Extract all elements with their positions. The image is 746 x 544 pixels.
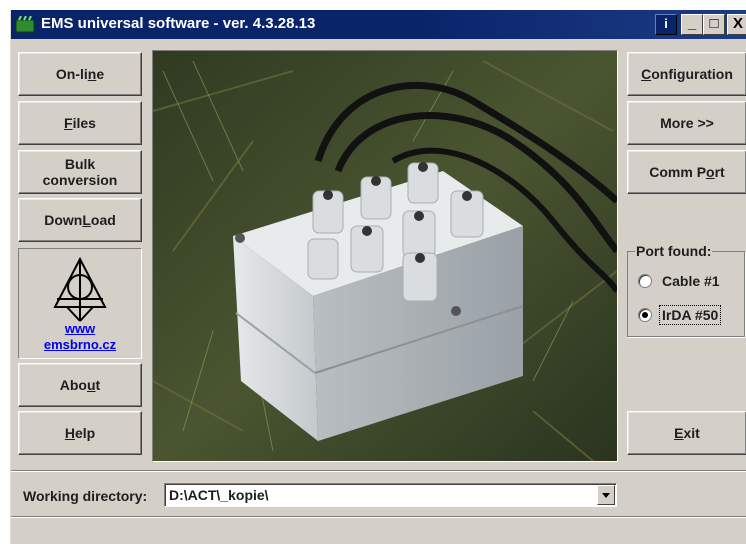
logo-panel: www emsbrno.cz bbox=[18, 248, 142, 359]
title-bar[interactable]: EMS universal software - ver. 4.3.28.13 … bbox=[11, 10, 746, 39]
download-button[interactable]: DownLoad bbox=[18, 198, 142, 242]
radio-irda-50-label: IrDA #50 bbox=[658, 305, 722, 325]
exit-label: Exit bbox=[674, 425, 700, 441]
files-button[interactable]: Files bbox=[18, 101, 142, 145]
exit-button[interactable]: Exit bbox=[627, 411, 746, 455]
bulk-label-line2: conversion bbox=[42, 172, 118, 188]
app-window: EMS universal software - ver. 4.3.28.13 … bbox=[10, 10, 746, 544]
radio-button[interactable] bbox=[638, 274, 652, 288]
maximize-button[interactable]: □ bbox=[703, 14, 725, 35]
datalogger-box-image bbox=[153, 51, 617, 461]
configuration-label: Configuration bbox=[641, 66, 733, 82]
website-link-line1[interactable]: www bbox=[19, 321, 141, 336]
online-label: On-line bbox=[55, 66, 105, 82]
radio-cable-1-label: Cable #1 bbox=[662, 273, 720, 289]
comm-port-label: Comm Port bbox=[649, 164, 725, 180]
files-label: Files bbox=[64, 115, 96, 131]
window-title: EMS universal software - ver. 4.3.28.13 bbox=[41, 15, 316, 32]
status-bar bbox=[11, 516, 746, 544]
more-button[interactable]: More >> bbox=[627, 101, 746, 145]
ems-tree-logo-icon bbox=[53, 256, 107, 322]
working-directory-combobox[interactable]: D:\ACT\_kopie\ bbox=[164, 483, 617, 507]
about-button[interactable]: About bbox=[18, 363, 142, 407]
divider bbox=[11, 470, 746, 472]
working-directory-label: Working directory: bbox=[23, 488, 148, 504]
port-found-group: Port found: Cable #1 IrDA #50 bbox=[627, 243, 745, 337]
bulk-conversion-button[interactable]: Bulk conversion bbox=[18, 150, 142, 194]
comm-port-button[interactable]: Comm Port bbox=[627, 150, 746, 194]
radio-button-selected[interactable] bbox=[638, 308, 652, 322]
port-found-title: Port found: bbox=[635, 243, 713, 259]
online-button[interactable]: On-line bbox=[18, 52, 142, 96]
working-directory-value: D:\ACT\_kopie\ bbox=[169, 487, 269, 503]
dropdown-arrow-icon[interactable] bbox=[597, 485, 615, 505]
configuration-button[interactable]: Configuration bbox=[627, 52, 746, 96]
minimize-button[interactable]: _ bbox=[681, 14, 703, 35]
website-link-line2[interactable]: emsbrno.cz bbox=[19, 337, 141, 352]
close-button[interactable]: X bbox=[727, 14, 746, 35]
help-button[interactable]: Help bbox=[18, 411, 142, 455]
about-label: About bbox=[59, 377, 101, 393]
radio-cable-1[interactable]: Cable #1 bbox=[638, 272, 722, 290]
help-label: Help bbox=[64, 425, 96, 441]
info-icon[interactable]: i bbox=[655, 14, 677, 35]
radio-irda-50[interactable]: IrDA #50 bbox=[638, 305, 722, 325]
device-photo bbox=[152, 50, 618, 462]
bulk-label-line1: Bulk bbox=[64, 156, 96, 172]
download-label: DownLoad bbox=[44, 212, 116, 228]
app-icon bbox=[15, 16, 35, 33]
